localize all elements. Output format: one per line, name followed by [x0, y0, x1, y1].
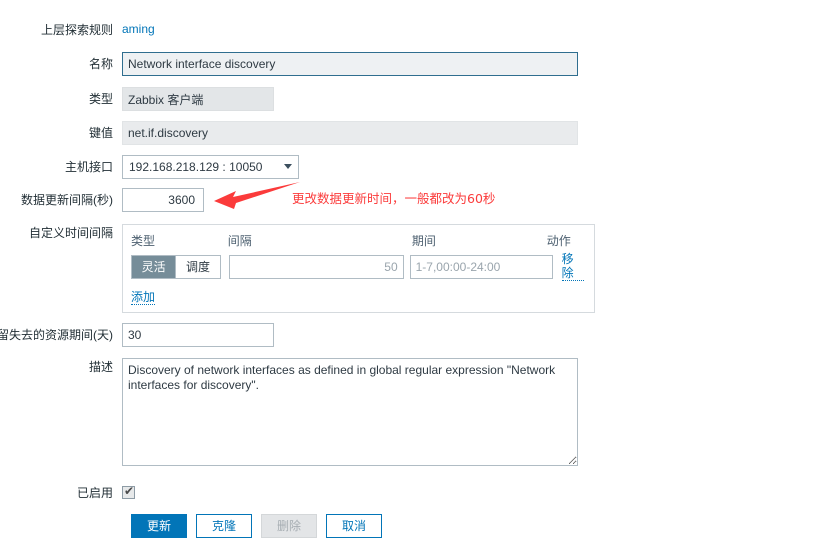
- custom-intervals-field: 类型 间隔 期间 动作 灵活 调度 移除 添加: [122, 224, 595, 313]
- custom-interval-row: 灵活 调度 移除: [131, 252, 584, 281]
- enabled-field: [122, 484, 135, 502]
- update-interval-field: [122, 188, 204, 212]
- remove-interval-link[interactable]: 移除: [561, 252, 584, 281]
- column-header-interval: 间隔: [227, 234, 252, 248]
- enabled-row: 已启用: [0, 484, 135, 502]
- interval-type-flexible[interactable]: 灵活: [132, 255, 176, 278]
- description-row: 描述: [0, 358, 578, 469]
- enabled-checkbox[interactable]: [122, 484, 135, 499]
- lost-resources-input[interactable]: [122, 323, 274, 347]
- host-interface-row: 主机接口 192.168.218.129 : 10050: [0, 155, 299, 179]
- type-field: [122, 87, 274, 111]
- annotation-arrow-icon: [214, 182, 300, 209]
- lost-resources-field: [122, 323, 274, 347]
- form-action-buttons: 更新 克隆 删除 取消: [131, 514, 382, 538]
- host-interface-field: 192.168.218.129 : 10050: [122, 155, 299, 179]
- type-row: 类型: [0, 87, 274, 111]
- update-interval-input[interactable]: [122, 188, 204, 212]
- update-interval-row: 数据更新间隔(秒): [0, 188, 204, 212]
- enabled-label: 已启用: [76, 486, 113, 500]
- description-field: [122, 358, 578, 469]
- key-input[interactable]: [122, 121, 578, 145]
- name-row: 名称: [0, 52, 578, 76]
- annotation-text: 更改数据更新时间，一般都改为60秒: [292, 191, 496, 206]
- custom-intervals-header: 类型 间隔 期间 动作: [131, 232, 584, 249]
- interval-type-scheduling[interactable]: 调度: [175, 255, 220, 278]
- update-button[interactable]: 更新: [131, 514, 187, 538]
- add-interval-link[interactable]: 添加: [131, 290, 156, 305]
- key-row: 键值: [0, 121, 578, 145]
- host-interface-value: 192.168.218.129 : 10050: [122, 155, 299, 179]
- column-header-type: 类型: [131, 234, 156, 248]
- delete-button[interactable]: 删除: [261, 514, 317, 538]
- key-field: [122, 121, 578, 145]
- column-header-period: 期间: [411, 234, 436, 248]
- interval-period-input[interactable]: [409, 254, 553, 279]
- parent-discovery-rule-link[interactable]: aming: [122, 22, 155, 36]
- column-header-action: 动作: [546, 234, 571, 248]
- parent-discovery-rule-label: 上层探索规则: [40, 23, 113, 37]
- lost-resources-row: 保留失去的资源期间(天): [0, 323, 274, 347]
- description-label: 描述: [88, 360, 113, 374]
- name-label: 名称: [88, 57, 113, 71]
- custom-intervals-label: 自定义时间间隔: [28, 226, 113, 240]
- host-interface-label: 主机接口: [64, 160, 113, 174]
- parent-discovery-rule-field: aming: [122, 22, 155, 36]
- update-interval-label: 数据更新间隔(秒): [21, 193, 113, 207]
- interval-type-toggle[interactable]: 灵活 调度: [131, 254, 221, 279]
- type-input[interactable]: [122, 87, 274, 111]
- key-label: 键值: [88, 126, 113, 140]
- add-interval-wrap: 添加: [131, 290, 584, 305]
- name-input[interactable]: [122, 52, 578, 76]
- custom-intervals-box: 类型 间隔 期间 动作 灵活 调度 移除 添加: [122, 224, 595, 313]
- description-textarea[interactable]: [122, 358, 578, 466]
- cancel-button[interactable]: 取消: [326, 514, 382, 538]
- custom-intervals-row: 自定义时间间隔 类型 间隔 期间 动作 灵活 调度 移除 添加: [0, 224, 595, 313]
- parent-discovery-rule-row: 上层探索规则 aming: [0, 22, 155, 38]
- type-label: 类型: [88, 92, 113, 106]
- lost-resources-label: 保留失去的资源期间(天): [0, 328, 113, 342]
- host-interface-select[interactable]: 192.168.218.129 : 10050: [122, 155, 299, 179]
- interval-delay-input[interactable]: [228, 254, 404, 279]
- name-field: [122, 52, 578, 76]
- clone-button[interactable]: 克隆: [196, 514, 252, 538]
- chevron-down-icon: [284, 164, 292, 169]
